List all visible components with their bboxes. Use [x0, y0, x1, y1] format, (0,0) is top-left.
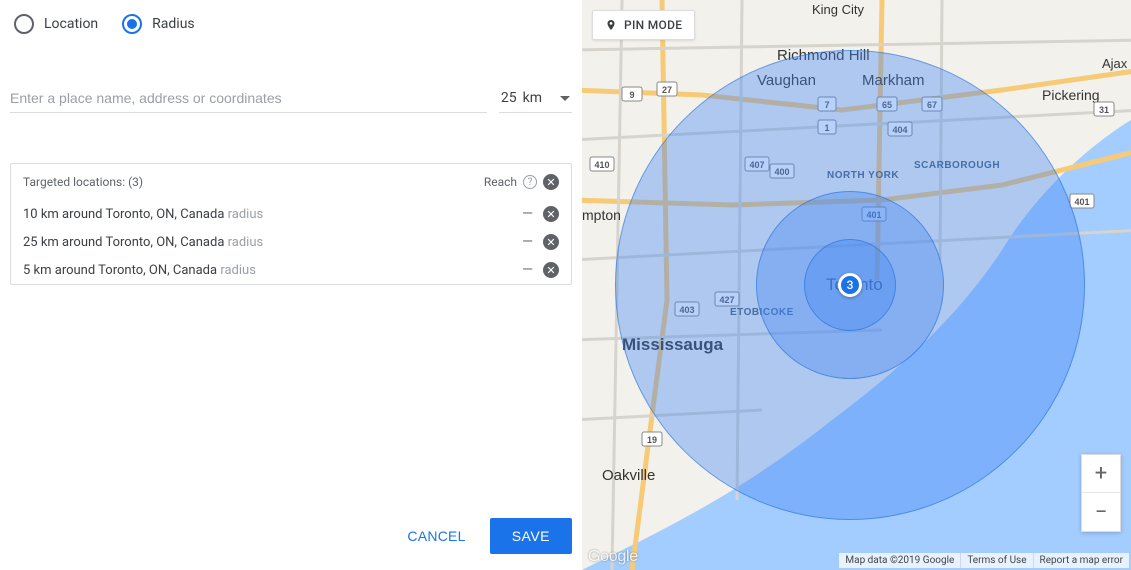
- radius-unit: km: [523, 90, 542, 106]
- location-text: 5 km around Toronto, ON, Canada: [23, 263, 217, 278]
- svg-text:Oakville: Oakville: [602, 467, 655, 484]
- svg-text:9: 9: [629, 90, 634, 100]
- save-button[interactable]: SAVE: [490, 518, 572, 554]
- remove-all-icon[interactable]: ✕: [543, 174, 559, 190]
- radio-icon: [122, 14, 142, 34]
- radius-value: 25: [501, 90, 517, 106]
- location-suffix: radius: [220, 263, 256, 278]
- svg-text:Pickering: Pickering: [1042, 87, 1100, 103]
- location-text: 10 km around Toronto, ON, Canada: [23, 207, 224, 222]
- svg-text:401: 401: [1074, 197, 1089, 207]
- cancel-button[interactable]: CANCEL: [399, 518, 473, 554]
- radio-radius-label: Radius: [152, 16, 195, 32]
- reach-value: —: [522, 206, 533, 222]
- location-search-input[interactable]: [10, 84, 487, 113]
- remove-location-icon[interactable]: ✕: [543, 262, 559, 278]
- radio-location-label: Location: [44, 16, 98, 32]
- location-row: 25 km around Toronto, ON, Canada radius …: [11, 228, 571, 256]
- svg-text:27: 27: [662, 85, 672, 95]
- reach-label: Reach: [484, 175, 517, 189]
- zoom-in-button[interactable]: +: [1082, 455, 1120, 493]
- reach-value: —: [522, 234, 533, 250]
- marker-count: 3: [847, 278, 854, 292]
- location-row: 10 km around Toronto, ON, Canada radius …: [11, 200, 571, 228]
- terms-link[interactable]: Terms of Use: [960, 553, 1032, 568]
- radio-radius[interactable]: Radius: [122, 14, 195, 34]
- map-data-label: Map data ©2019 Google: [839, 553, 960, 568]
- location-suffix: radius: [228, 235, 264, 250]
- pin-mode-label: PIN MODE: [624, 18, 682, 32]
- targeted-locations-card: Targeted locations: (3) Reach ? ✕ 10 km …: [10, 163, 572, 285]
- help-icon[interactable]: ?: [523, 175, 537, 189]
- pin-mode-button[interactable]: PIN MODE: [592, 10, 695, 40]
- location-row: 5 km around Toronto, ON, Canada radius —…: [11, 256, 571, 284]
- map[interactable]: King City Richmond Hill Vaughan Markham …: [582, 0, 1131, 570]
- report-error-link[interactable]: Report a map error: [1033, 553, 1129, 568]
- svg-text:Ajax: Ajax: [1102, 56, 1128, 71]
- svg-text:19: 19: [647, 435, 657, 445]
- targeting-type-radio-group: Location Radius: [10, 10, 572, 54]
- map-attribution: Map data ©2019 Google Terms of Use Repor…: [839, 553, 1129, 568]
- google-logo: Google: [588, 548, 638, 566]
- remove-location-icon[interactable]: ✕: [543, 206, 559, 222]
- radius-unit-select[interactable]: 25 km: [499, 84, 572, 113]
- location-text: 25 km around Toronto, ON, Canada: [23, 235, 224, 250]
- zoom-control: + −: [1081, 454, 1121, 532]
- svg-text:410: 410: [594, 160, 609, 170]
- targeted-locations-title: Targeted locations: (3): [23, 175, 143, 189]
- svg-text:31: 31: [1099, 105, 1109, 115]
- pin-icon: [605, 18, 617, 32]
- reach-value: —: [522, 262, 533, 278]
- remove-location-icon[interactable]: ✕: [543, 234, 559, 250]
- zoom-out-button[interactable]: −: [1082, 493, 1120, 531]
- svg-text:mpton: mpton: [582, 207, 621, 223]
- radio-location[interactable]: Location: [14, 14, 98, 34]
- location-suffix: radius: [228, 207, 264, 222]
- radio-icon: [14, 14, 34, 34]
- map-center-marker[interactable]: 3: [838, 273, 862, 297]
- svg-text:King City: King City: [812, 2, 865, 17]
- chevron-down-icon: [560, 96, 570, 101]
